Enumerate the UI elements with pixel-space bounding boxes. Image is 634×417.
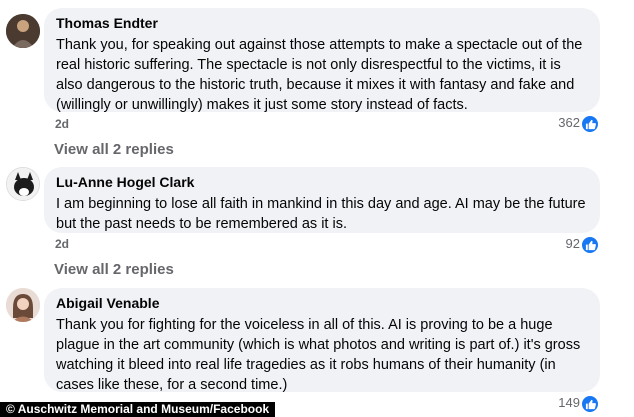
avatar[interactable] (6, 288, 40, 322)
comment-timestamp[interactable]: 2d (55, 117, 69, 131)
reaction-count[interactable]: 92 (540, 236, 580, 251)
comment-author[interactable]: Thomas Endter (56, 14, 588, 32)
comment-bubble: Lu-Anne Hogel Clark I am beginning to lo… (44, 167, 600, 233)
reaction-count[interactable]: 149 (540, 395, 580, 410)
comment-text: Thank you, for speaking out against thos… (56, 37, 583, 113)
like-thumbs-up-icon[interactable] (581, 395, 599, 413)
photo-credit: © Auschwitz Memorial and Museum/Facebook (0, 402, 276, 417)
comment-text: Thank you for fighting for the voiceless… (56, 317, 581, 393)
comment-author[interactable]: Abigail Venable (56, 294, 588, 312)
avatar[interactable] (6, 167, 40, 201)
comment-timestamp[interactable]: 2d (55, 237, 69, 251)
view-replies-link[interactable]: View all 2 replies (54, 261, 174, 278)
like-thumbs-up-icon[interactable] (581, 236, 599, 254)
comment-bubble: Thomas Endter Thank you, for speaking ou… (44, 8, 600, 113)
comment-text: I am beginning to lose all faith in mank… (56, 196, 586, 232)
comment-author[interactable]: Lu-Anne Hogel Clark (56, 173, 588, 191)
credit-text: Auschwitz Memorial and Museum/Facebook (17, 402, 270, 416)
view-replies-link[interactable]: View all 2 replies (54, 141, 174, 158)
credit-prefix: © (6, 402, 18, 416)
comment-bubble: Abigail Venable Thank you for fighting f… (44, 288, 600, 393)
avatar[interactable] (6, 14, 40, 48)
reaction-count[interactable]: 362 (540, 115, 580, 130)
like-thumbs-up-icon[interactable] (581, 115, 599, 133)
